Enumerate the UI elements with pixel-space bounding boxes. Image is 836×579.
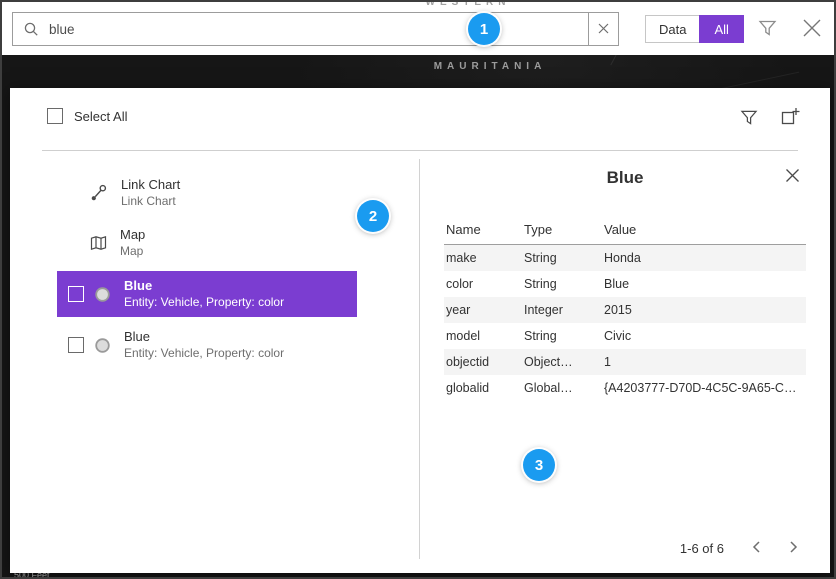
result-item-blue[interactable]: Blue Entity: Vehicle, Property: color bbox=[57, 323, 357, 367]
add-button[interactable] bbox=[780, 107, 800, 130]
table-row: objectid Object… 1 bbox=[444, 349, 806, 375]
result-item-link-chart[interactable]: Link Chart Link Chart bbox=[57, 171, 357, 215]
cell-type: String bbox=[524, 277, 604, 291]
filter-icon bbox=[758, 19, 777, 40]
cell-type: Global… bbox=[524, 381, 604, 395]
cell-value: 2015 bbox=[604, 303, 806, 317]
cell-type: String bbox=[524, 329, 604, 343]
table-row: model String Civic bbox=[444, 323, 806, 349]
cell-name: model bbox=[444, 329, 524, 343]
search-toolbar: Data All bbox=[2, 2, 834, 55]
annotation-badge-1: 1 bbox=[468, 13, 500, 45]
cell-name: globalid bbox=[444, 381, 524, 395]
result-item-map[interactable]: Map Map bbox=[57, 221, 357, 265]
cell-value: Honda bbox=[604, 251, 806, 265]
annotation-badge-2: 2 bbox=[357, 200, 389, 232]
clear-icon bbox=[598, 22, 609, 37]
clear-search-button[interactable] bbox=[588, 13, 618, 45]
results-filter-button[interactable] bbox=[740, 109, 758, 129]
cell-type: Object… bbox=[524, 355, 604, 369]
table-row: year Integer 2015 bbox=[444, 297, 806, 323]
dialog-header: Select All bbox=[10, 88, 830, 150]
close-icon bbox=[801, 17, 823, 42]
all-scope-button[interactable]: All bbox=[699, 15, 743, 43]
cell-value: Civic bbox=[604, 329, 806, 343]
result-title: Blue bbox=[124, 329, 284, 345]
result-title: Blue bbox=[124, 278, 284, 294]
cell-type: String bbox=[524, 251, 604, 265]
map-label-western-sahara: WESTERN bbox=[102, 0, 834, 8]
cell-name: year bbox=[444, 303, 524, 317]
chevron-right-icon bbox=[789, 540, 798, 557]
cell-name: objectid bbox=[444, 355, 524, 369]
column-header: Name bbox=[444, 222, 524, 237]
map-icon bbox=[90, 235, 107, 251]
cell-type: Integer bbox=[524, 303, 604, 317]
filter-icon bbox=[740, 109, 758, 129]
dialog-header-icons bbox=[740, 107, 800, 130]
data-scope-button[interactable]: Data bbox=[645, 15, 699, 43]
chevron-left-icon bbox=[752, 540, 761, 557]
close-search-button[interactable] bbox=[801, 17, 823, 42]
table-row: globalid Global… {A4203777-D70D-4C5C-9A6… bbox=[444, 375, 806, 401]
pagination-label: 1-6 of 6 bbox=[680, 541, 724, 556]
search-box bbox=[12, 12, 619, 46]
search-results-dialog: Select All bbox=[10, 88, 830, 573]
result-title: Link Chart bbox=[121, 177, 180, 193]
table-body: make String Honda color String Blue year… bbox=[444, 245, 806, 401]
prev-page-button[interactable] bbox=[752, 540, 761, 557]
table-header-row: Name Type Value bbox=[444, 214, 806, 245]
select-all-label: Select All bbox=[74, 109, 127, 124]
pagination: 1-6 of 6 bbox=[680, 540, 798, 557]
result-text: Blue Entity: Vehicle, Property: color bbox=[124, 278, 284, 310]
close-icon bbox=[785, 168, 800, 186]
add-plus-icon bbox=[780, 107, 800, 130]
detail-header: Blue bbox=[420, 151, 830, 188]
select-all-checkbox[interactable] bbox=[47, 108, 63, 124]
table-row: color String Blue bbox=[444, 271, 806, 297]
entity-circle-icon bbox=[94, 286, 111, 303]
result-title: Map bbox=[120, 227, 145, 243]
annotation-badge-3: 3 bbox=[523, 449, 555, 481]
detail-panel: Blue Name Type Value m bbox=[420, 151, 830, 573]
app-window: MAURITANIA 500 Feet WESTERN Data All bbox=[0, 0, 836, 579]
result-checkbox[interactable] bbox=[68, 337, 84, 353]
dialog-body: Link Chart Link Chart Map Map bbox=[10, 151, 830, 573]
cell-name: make bbox=[444, 251, 524, 265]
search-input[interactable] bbox=[47, 12, 588, 46]
search-icon bbox=[13, 21, 47, 37]
column-header: Value bbox=[604, 222, 806, 237]
detail-title: Blue bbox=[420, 168, 830, 188]
search-scope-toggle: Data All bbox=[645, 15, 744, 43]
cell-value: Blue bbox=[604, 277, 806, 291]
result-text: Blue Entity: Vehicle, Property: color bbox=[124, 329, 284, 361]
result-text: Link Chart Link Chart bbox=[121, 177, 180, 209]
link-chart-icon bbox=[90, 184, 108, 202]
result-subtitle: Link Chart bbox=[121, 194, 180, 209]
result-checkbox[interactable] bbox=[68, 286, 84, 302]
result-subtitle: Entity: Vehicle, Property: color bbox=[124, 346, 284, 361]
search-filter-button[interactable] bbox=[758, 19, 777, 40]
cell-name: color bbox=[444, 277, 524, 291]
select-all-row: Select All bbox=[47, 108, 127, 124]
table-row: make String Honda bbox=[444, 245, 806, 271]
entity-circle-icon bbox=[94, 337, 111, 354]
result-item-blue-selected[interactable]: Blue Entity: Vehicle, Property: color bbox=[57, 271, 357, 317]
next-page-button[interactable] bbox=[789, 540, 798, 557]
result-subtitle: Entity: Vehicle, Property: color bbox=[124, 295, 284, 310]
result-text: Map Map bbox=[120, 227, 145, 259]
detail-close-button[interactable] bbox=[785, 168, 800, 186]
cell-value: 1 bbox=[604, 355, 806, 369]
column-header: Type bbox=[524, 222, 604, 237]
properties-table: Name Type Value make String Honda color … bbox=[444, 214, 806, 401]
result-subtitle: Map bbox=[120, 244, 145, 259]
cell-value: {A4203777-D70D-4C5C-9A65-C… bbox=[604, 381, 806, 395]
map-label-mauritania: MAURITANIA bbox=[146, 61, 834, 72]
